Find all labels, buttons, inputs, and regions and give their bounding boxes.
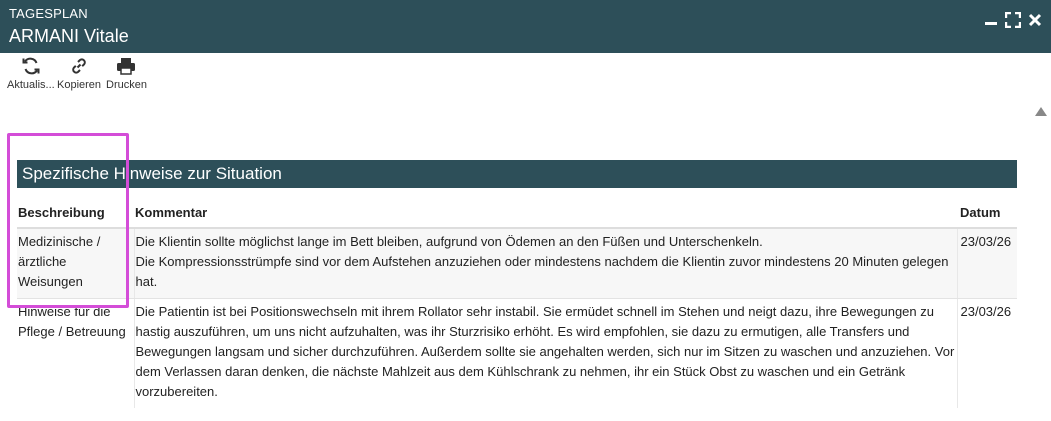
- minimize-icon[interactable]: [983, 11, 999, 29]
- window-title: ARMANI Vitale: [9, 26, 129, 46]
- refresh-label: Aktualis...: [7, 79, 55, 91]
- close-icon[interactable]: [1027, 11, 1043, 29]
- copy-label: Kopieren: [57, 79, 102, 91]
- row-description: Medizinische / ärztliche Weisungen: [17, 228, 135, 299]
- row-comment: Die Patientin ist bei Positionswechseln …: [134, 298, 958, 408]
- scroll-up-arrow-icon[interactable]: [1035, 107, 1047, 116]
- print-button[interactable]: Drucken: [106, 57, 147, 91]
- row-date: 23/03/26: [960, 304, 1012, 319]
- comment-line: Die Patientin ist bei Positionswechseln …: [135, 304, 955, 399]
- column-header-comment: Kommentar: [134, 202, 957, 229]
- toolbar: Aktualis... Kopieren Drucken: [0, 53, 1051, 99]
- refresh-button[interactable]: Aktualis...: [7, 57, 55, 91]
- notes-table: Beschreibung Kommentar Datum Medizinisch…: [17, 202, 1017, 408]
- printer-icon: [117, 58, 136, 75]
- column-header-date: Datum: [957, 202, 1017, 229]
- table-row[interactable]: Medizinische / ärztliche Weisungen Die K…: [17, 228, 1017, 299]
- row-date: 23/03/26: [957, 228, 1017, 299]
- copy-button[interactable]: Kopieren: [57, 57, 101, 91]
- column-header-description: Beschreibung: [17, 202, 134, 229]
- main-content: Spezifische Hinweise zur Situation Besch…: [0, 99, 1032, 421]
- table-header-row: Beschreibung Kommentar Datum: [17, 202, 1017, 229]
- comment-line: Die Kompressionsstrümpfe sind vor dem Au…: [135, 254, 949, 289]
- refresh-icon: [22, 57, 40, 75]
- section-header: Spezifische Hinweise zur Situation: [17, 160, 1017, 188]
- row-description: Hinweise für die Pflege / Betreuung: [17, 298, 135, 408]
- description-text: Hinweise für die Pflege / Betreuung: [18, 304, 126, 339]
- table-row[interactable]: Hinweise für die Pflege / Betreuung Die …: [17, 298, 1017, 408]
- row-comment: Die Klientin sollte möglichst lange im B…: [134, 228, 958, 299]
- vertical-scrollbar[interactable]: [1032, 99, 1051, 421]
- tagesplan-window: TAGESPLAN ARMANI Vitale Aktualis... Kopi…: [0, 0, 1051, 421]
- window-subtitle: TAGESPLAN: [9, 6, 88, 21]
- maximize-icon[interactable]: [1005, 11, 1021, 29]
- comment-line: Die Klientin sollte möglichst lange im B…: [135, 234, 763, 249]
- window-controls: [983, 11, 1043, 29]
- print-label: Drucken: [106, 79, 147, 91]
- title-bar: TAGESPLAN ARMANI Vitale: [0, 0, 1051, 53]
- link-icon: [72, 58, 86, 74]
- description-text: Medizinische / ärztliche Weisungen: [18, 234, 101, 289]
